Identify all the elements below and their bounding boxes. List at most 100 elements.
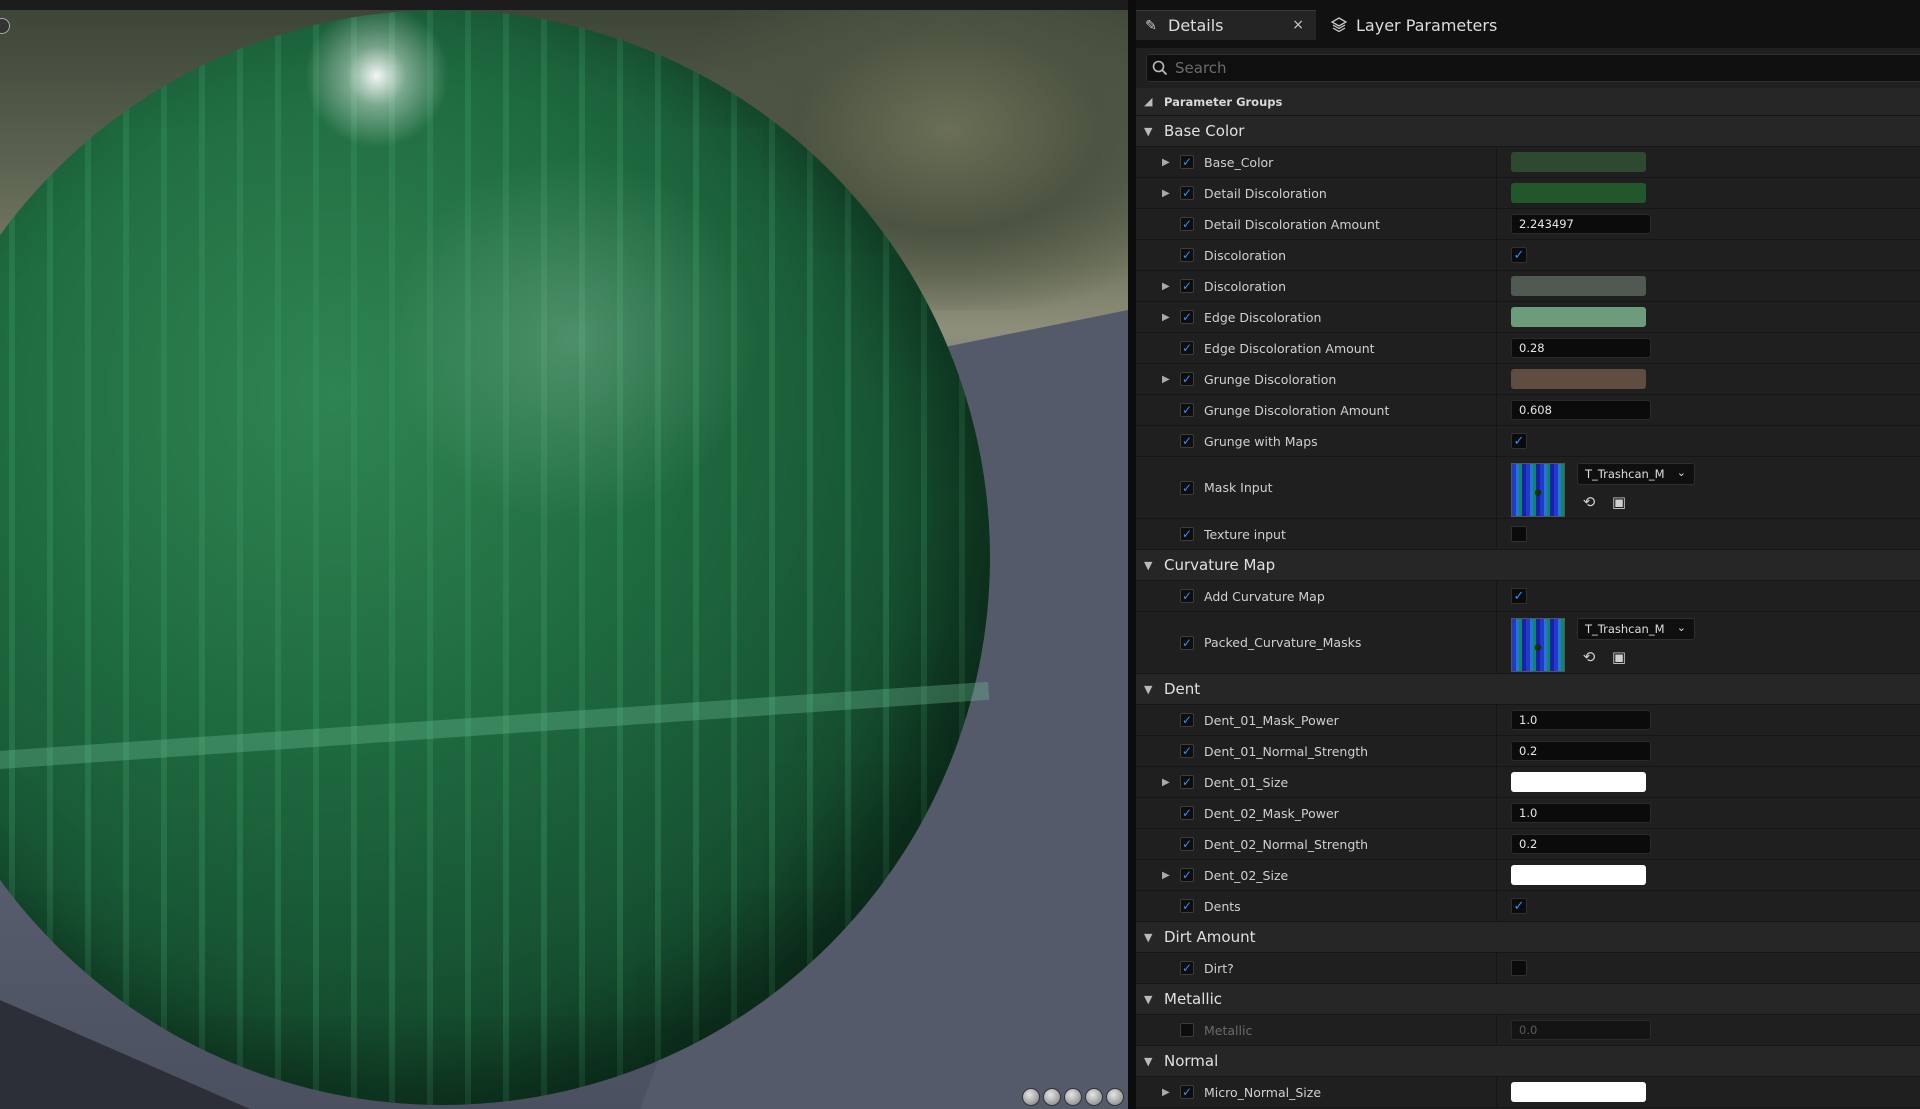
param-row-dent-01-normal-strength: ✓ Dent_01_Normal_Strength 0.2: [1136, 736, 1920, 767]
param-enable-checkbox[interactable]: ✓: [1180, 527, 1194, 541]
expand-arrow-icon[interactable]: ▶: [1162, 271, 1170, 301]
group-normal[interactable]: ▼ Normal: [1136, 1046, 1920, 1077]
param-enable-checkbox[interactable]: ✓: [1180, 481, 1194, 495]
param-enable-checkbox[interactable]: [1180, 1023, 1194, 1037]
reset-arrow-icon[interactable]: ⟲: [1580, 648, 1598, 666]
param-enable-checkbox[interactable]: ✓: [1180, 372, 1194, 386]
param-enable-checkbox[interactable]: ✓: [1180, 434, 1194, 448]
color-swatch[interactable]: [1511, 1082, 1646, 1102]
color-swatch[interactable]: [1511, 183, 1646, 203]
texture-thumbnail[interactable]: [1511, 463, 1565, 517]
param-enable-checkbox[interactable]: ✓: [1180, 341, 1194, 355]
group-dirt-amount[interactable]: ▼ Dirt Amount: [1136, 922, 1920, 953]
param-enable-checkbox[interactable]: ✓: [1180, 589, 1194, 603]
tab-layer-parameters[interactable]: Layer Parameters: [1322, 10, 1552, 40]
value-checkbox[interactable]: [1511, 526, 1527, 542]
param-enable-checkbox[interactable]: ✓: [1180, 310, 1194, 324]
reset-arrow-icon[interactable]: ⟲: [1580, 493, 1598, 511]
expand-arrow-icon[interactable]: ▶: [1162, 147, 1170, 177]
param-enable-checkbox[interactable]: ✓: [1180, 806, 1194, 820]
color-swatch[interactable]: [1511, 772, 1646, 792]
plane-preview-icon[interactable]: [1064, 1088, 1082, 1106]
group-parameter-groups[interactable]: ◢ Parameter Groups: [1136, 88, 1920, 116]
param-name: Edge Discoloration: [1204, 309, 1322, 325]
numeric-value-field[interactable]: 0.28: [1511, 338, 1651, 358]
group-metallic[interactable]: ▼ Metallic: [1136, 984, 1920, 1015]
color-swatch[interactable]: [1511, 152, 1646, 172]
panel-splitter[interactable]: [1128, 0, 1136, 1109]
browse-folder-icon[interactable]: ▣: [1610, 493, 1628, 511]
param-enable-checkbox[interactable]: ✓: [1180, 868, 1194, 882]
color-swatch[interactable]: [1511, 865, 1646, 885]
texture-asset-dropdown[interactable]: T_Trashcan_M ⌄: [1577, 463, 1695, 485]
param-enable-checkbox[interactable]: ✓: [1180, 403, 1194, 417]
collapse-caret-icon[interactable]: ▼: [1144, 984, 1152, 1014]
param-enable-checkbox[interactable]: ✓: [1180, 155, 1194, 169]
expand-arrow-icon[interactable]: ▶: [1162, 364, 1170, 394]
cube-preview-icon[interactable]: [1085, 1088, 1103, 1106]
value-checkbox[interactable]: ✓: [1511, 588, 1527, 604]
value-checkbox[interactable]: ✓: [1511, 433, 1527, 449]
color-swatch[interactable]: [1511, 307, 1646, 327]
param-name: Dent_02_Mask_Power: [1204, 805, 1339, 821]
numeric-value-field[interactable]: 1.0: [1511, 710, 1651, 730]
tab-details[interactable]: ✎ Details ×: [1136, 10, 1316, 40]
param-enable-checkbox[interactable]: ✓: [1180, 837, 1194, 851]
value-checkbox[interactable]: ✓: [1511, 898, 1527, 914]
param-name: Discoloration: [1204, 278, 1286, 294]
search-icon: [1147, 60, 1173, 76]
expand-arrow-icon[interactable]: ▶: [1162, 302, 1170, 332]
param-enable-checkbox[interactable]: ✓: [1180, 217, 1194, 231]
numeric-value-field[interactable]: 0.608: [1511, 400, 1651, 420]
expand-arrow-icon[interactable]: ▶: [1162, 860, 1170, 890]
param-enable-checkbox[interactable]: ✓: [1180, 1085, 1194, 1099]
expand-arrow-icon[interactable]: ▶: [1162, 1077, 1170, 1107]
color-swatch[interactable]: [1511, 369, 1646, 389]
param-enable-checkbox[interactable]: ✓: [1180, 186, 1194, 200]
tab-layer-parameters-label: Layer Parameters: [1356, 15, 1498, 35]
numeric-value-field[interactable]: 2.243497: [1511, 214, 1651, 234]
group-curvature-map[interactable]: ▼ Curvature Map: [1136, 550, 1920, 581]
numeric-value-field[interactable]: 1.0: [1511, 803, 1651, 823]
browse-folder-icon[interactable]: ▣: [1610, 648, 1628, 666]
param-enable-checkbox[interactable]: ✓: [1180, 744, 1194, 758]
group-dent[interactable]: ▼ Dent: [1136, 674, 1920, 705]
param-enable-checkbox[interactable]: ✓: [1180, 961, 1194, 975]
param-enable-checkbox[interactable]: ✓: [1180, 775, 1194, 789]
texture-asset-name: T_Trashcan_M: [1585, 467, 1665, 481]
color-swatch[interactable]: [1511, 276, 1646, 296]
teapot-preview-icon[interactable]: [1106, 1088, 1124, 1106]
param-row-discoloration-toggle: ✓ Discoloration ✓: [1136, 240, 1920, 271]
collapse-caret-icon[interactable]: ▼: [1144, 550, 1152, 580]
texture-asset-name: T_Trashcan_M: [1585, 622, 1665, 636]
param-row-dent-01-mask-power: ✓ Dent_01_Mask_Power 1.0: [1136, 705, 1920, 736]
collapse-caret-icon[interactable]: ▼: [1144, 922, 1152, 952]
search-input[interactable]: [1173, 58, 1877, 78]
collapse-caret-icon[interactable]: ▼: [1144, 1046, 1152, 1076]
param-enable-checkbox[interactable]: ✓: [1180, 248, 1194, 262]
column-divider: [1496, 612, 1497, 673]
numeric-value-field[interactable]: 0.2: [1511, 741, 1651, 761]
sphere-preview-icon[interactable]: [1043, 1088, 1061, 1106]
group-base-color[interactable]: ▼ Base Color: [1136, 116, 1920, 147]
param-enable-checkbox[interactable]: ✓: [1180, 279, 1194, 293]
expand-arrow-icon[interactable]: ▶: [1162, 178, 1170, 208]
value-checkbox[interactable]: ✓: [1511, 247, 1527, 263]
param-enable-checkbox[interactable]: ✓: [1180, 899, 1194, 913]
group-title: Parameter Groups: [1164, 94, 1283, 109]
collapse-caret-icon[interactable]: ▼: [1144, 116, 1152, 146]
collapse-caret-icon[interactable]: ▼: [1144, 674, 1152, 704]
close-tab-icon[interactable]: ×: [1292, 17, 1304, 33]
material-preview-viewport[interactable]: [0, 0, 1128, 1109]
column-divider: [1496, 581, 1497, 611]
collapse-caret-icon[interactable]: ◢: [1144, 88, 1152, 115]
texture-thumbnail[interactable]: [1511, 618, 1565, 672]
param-name: Dent_02_Size: [1204, 867, 1289, 883]
param-enable-checkbox[interactable]: ✓: [1180, 636, 1194, 650]
cylinder-preview-icon[interactable]: [1022, 1088, 1040, 1106]
param-enable-checkbox[interactable]: ✓: [1180, 713, 1194, 727]
expand-arrow-icon[interactable]: ▶: [1162, 767, 1170, 797]
texture-asset-dropdown[interactable]: T_Trashcan_M ⌄: [1577, 618, 1695, 640]
numeric-value-field[interactable]: 0.2: [1511, 834, 1651, 854]
value-checkbox[interactable]: [1511, 960, 1527, 976]
